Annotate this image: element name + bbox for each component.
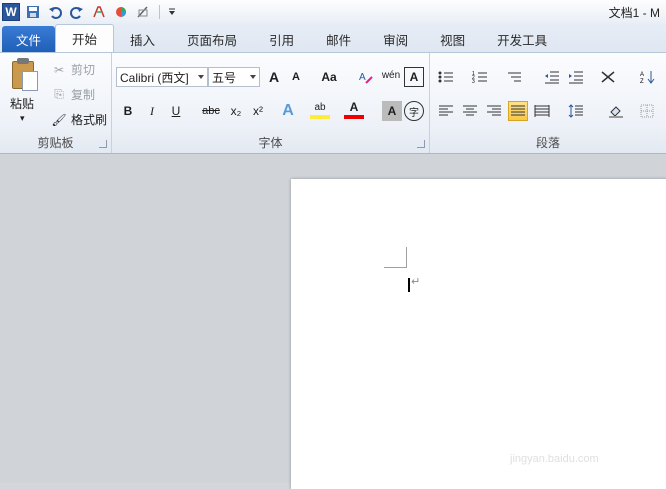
text-effects-icon[interactable]: A: [278, 101, 298, 121]
scissors-icon: ✂: [53, 62, 65, 77]
paragraph-group: 123 AZ 段落: [430, 53, 666, 153]
clipboard-group-label: 剪贴板: [37, 136, 74, 150]
copy-icon: ⎘: [54, 87, 64, 101]
paragraph-group-label: 段落: [535, 136, 560, 150]
paste-dropdown-icon[interactable]: ▾: [20, 113, 25, 124]
align-left-icon[interactable]: [436, 101, 456, 121]
font-launcher-icon[interactable]: [417, 140, 425, 148]
font-color-icon[interactable]: A: [344, 99, 364, 119]
chinese-layout-icon[interactable]: [598, 67, 618, 87]
tab-insert[interactable]: 插入: [114, 26, 171, 52]
tab-references[interactable]: 引用: [253, 26, 310, 52]
qat-separator: [159, 5, 160, 19]
format-painter-button[interactable]: 🖌 格式刷: [50, 111, 107, 128]
distributed-icon[interactable]: [532, 101, 552, 121]
clipboard-group: 粘贴 ▾ ✂ 剪切 ⎘ 复制 🖌 格式刷 剪贴板: [0, 53, 112, 153]
clear-formatting-icon[interactable]: A: [356, 67, 376, 87]
tab-file[interactable]: 文件: [2, 26, 56, 52]
font-name-value: Calibri (西文]: [120, 70, 189, 85]
tab-page-layout[interactable]: 页面布局: [171, 26, 253, 52]
font-size-value: 五号: [212, 70, 237, 85]
brush-icon: 🖌: [51, 112, 67, 127]
save-icon[interactable]: [24, 3, 42, 21]
window-title: 文档1 - M: [608, 6, 660, 20]
font-name-combo[interactable]: Calibri (西文]: [116, 67, 208, 87]
svg-text:Z: Z: [640, 79, 644, 84]
text-caret: [408, 278, 410, 292]
line-spacing-icon[interactable]: [566, 101, 586, 121]
phonetic-guide-icon[interactable]: wén: [380, 65, 402, 85]
color-wheel-icon[interactable]: [112, 3, 130, 21]
svg-text:A: A: [640, 72, 644, 78]
highlight-icon[interactable]: ab: [310, 99, 330, 119]
align-right-icon[interactable]: [484, 101, 504, 121]
tab-view[interactable]: 视图: [424, 26, 481, 52]
justify-icon[interactable]: [508, 101, 528, 121]
underline-icon[interactable]: U: [166, 101, 186, 121]
char-shading-icon[interactable]: A: [382, 101, 402, 121]
decrease-indent-icon[interactable]: [542, 67, 562, 87]
cut-button[interactable]: ✂ 剪切: [50, 61, 95, 78]
customize-qat-icon[interactable]: [163, 3, 181, 21]
bold-icon[interactable]: B: [118, 101, 138, 121]
multilevel-list-icon[interactable]: [504, 67, 524, 87]
sort-icon[interactable]: AZ: [638, 67, 658, 87]
baidu-watermark-url: jingyan.baidu.com: [510, 453, 599, 465]
enclose-char-icon[interactable]: 字: [404, 101, 424, 121]
shading-icon[interactable]: [606, 101, 626, 121]
strikethrough-icon[interactable]: abc: [200, 101, 222, 121]
grow-font-icon[interactable]: A: [264, 67, 284, 87]
tab-developer[interactable]: 开发工具: [481, 26, 563, 52]
paragraph-mark-icon: ↵: [411, 276, 421, 288]
ribbon-tabs: 文件 开始 插入 页面布局 引用 邮件 审阅 视图 开发工具: [0, 24, 666, 52]
numbering-icon[interactable]: 123: [470, 67, 490, 87]
document-page[interactable]: ↵: [291, 179, 666, 489]
margin-corner-mark-h: [384, 267, 407, 268]
svg-text:3: 3: [472, 79, 475, 84]
clear-icon[interactable]: [134, 3, 152, 21]
word-app-icon[interactable]: W: [2, 3, 20, 21]
superscript-icon[interactable]: x²: [248, 101, 268, 121]
borders-icon[interactable]: [638, 101, 658, 121]
align-center-icon[interactable]: [460, 101, 480, 121]
pen-draw-icon[interactable]: [90, 3, 108, 21]
ribbon-home: 粘贴 ▾ ✂ 剪切 ⎘ 复制 🖌 格式刷 剪贴板 Calibri (西文] 五号 A …: [0, 52, 666, 154]
font-group-label: 字体: [258, 136, 283, 150]
shrink-font-icon[interactable]: A: [286, 67, 306, 87]
tab-mailings[interactable]: 邮件: [310, 26, 367, 52]
paste-button[interactable]: 粘贴: [10, 95, 34, 112]
copy-button[interactable]: ⎘ 复制: [50, 86, 95, 103]
tab-review[interactable]: 审阅: [367, 26, 424, 52]
baidu-watermark: Bai 经验: [508, 415, 608, 445]
italic-icon[interactable]: I: [142, 101, 162, 121]
font-group: Calibri (西文] 五号 A A Aa A wén A B I U abc…: [112, 53, 430, 153]
margin-corner-mark-v: [406, 247, 407, 268]
char-border-icon[interactable]: A: [404, 67, 424, 87]
bullets-icon[interactable]: [436, 67, 456, 87]
tab-home[interactable]: 开始: [55, 24, 115, 52]
change-case-icon[interactable]: Aa: [316, 67, 342, 87]
undo-icon[interactable]: [46, 3, 64, 21]
font-size-combo[interactable]: 五号: [208, 67, 260, 87]
clipboard-launcher-icon[interactable]: [99, 140, 107, 148]
quick-access-toolbar: W 文档1 - M: [0, 0, 666, 24]
increase-indent-icon[interactable]: [566, 67, 586, 87]
paste-icon[interactable]: [6, 57, 42, 97]
svg-text:A: A: [359, 72, 366, 83]
subscript-icon[interactable]: x₂: [226, 101, 246, 121]
redo-icon[interactable]: [68, 3, 86, 21]
